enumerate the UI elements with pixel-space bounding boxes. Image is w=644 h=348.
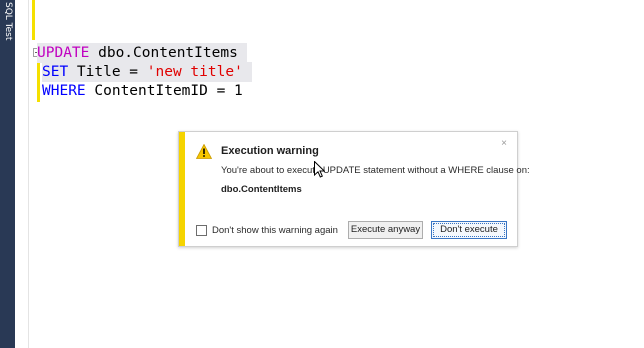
close-icon[interactable]: × (501, 138, 507, 149)
dialog-message: You're about to execute UPDATE statement… (221, 165, 530, 176)
dont-show-again-label[interactable]: Don't show this warning again (212, 225, 338, 236)
table-name: dbo.ContentItems (89, 45, 247, 61)
execute-anyway-button[interactable]: Execute anyway (348, 221, 423, 239)
code-line-2: SET Title = 'new title' (42, 62, 252, 82)
editor-gutter (15, 0, 29, 348)
dont-show-again-option[interactable]: Don't show this warning again (196, 225, 338, 236)
set-keyword: SET (42, 64, 69, 80)
code-line-3: WHERE ContentItemID = 1 (42, 81, 243, 101)
warning-icon (196, 144, 212, 159)
update-keyword: UPDATE (37, 45, 90, 61)
sql-test-tab[interactable]: SQL Test (1, 2, 14, 62)
code-line-1: UPDATE dbo.ContentItems (37, 43, 247, 63)
sql-test-side-strip: SQL Test (0, 0, 15, 348)
trailing-space (243, 64, 252, 80)
dialog-accent-bar (179, 132, 185, 246)
execution-warning-dialog: Execution warning × You're about to exec… (178, 131, 530, 247)
dont-execute-button[interactable]: Don't execute (431, 221, 507, 239)
where-condition: ContentItemID = 1 (85, 83, 243, 99)
gutter-divider (28, 0, 29, 348)
string-literal: 'new title' (146, 64, 243, 80)
dialog-object-name: dbo.ContentItems (221, 184, 302, 195)
dialog-title: Execution warning (221, 145, 319, 157)
dont-show-again-checkbox[interactable] (196, 225, 207, 236)
mouse-cursor-icon (314, 161, 325, 178)
change-marker-top (32, 0, 35, 40)
assignment: Title = (68, 64, 147, 80)
where-keyword: WHERE (42, 83, 86, 99)
